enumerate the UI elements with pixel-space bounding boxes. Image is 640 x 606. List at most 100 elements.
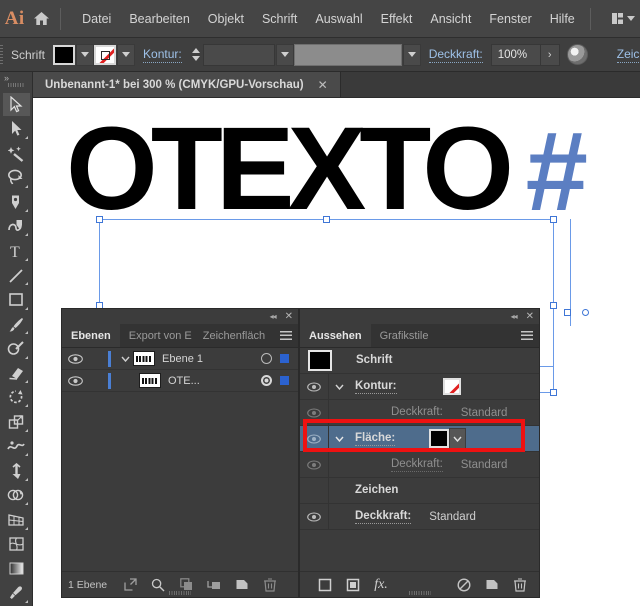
stroke-weight-input[interactable] bbox=[202, 43, 275, 66]
pen-tool[interactable] bbox=[3, 191, 30, 214]
opacity-options-button[interactable]: › bbox=[539, 43, 560, 66]
delete-selection-button[interactable] bbox=[257, 574, 283, 596]
create-new-layer-button[interactable] bbox=[229, 574, 255, 596]
layer-target-indicator-selected[interactable] bbox=[261, 375, 272, 386]
layer-selection-indicator[interactable] bbox=[280, 354, 289, 363]
appearance-fill-dropdown[interactable] bbox=[449, 428, 467, 449]
panel-resize-grip[interactable] bbox=[408, 591, 431, 595]
selection-handle-tr[interactable] bbox=[550, 216, 557, 223]
direct-selection-tool[interactable] bbox=[3, 117, 30, 140]
tab-ebenen[interactable]: Ebenen bbox=[62, 324, 120, 347]
appearance-stroke-swatch[interactable] bbox=[442, 378, 461, 395]
appearance-visibility-toggle[interactable] bbox=[300, 459, 328, 470]
appearance-disclosure-triangle[interactable] bbox=[329, 436, 349, 442]
layer-selection-indicator[interactable] bbox=[280, 376, 289, 385]
curvature-tool[interactable] bbox=[3, 215, 30, 238]
layers-list[interactable]: Ebene 1 OTE... bbox=[62, 348, 298, 571]
appearance-row-flaeche-deckkraft[interactable]: Deckkraft: Standard bbox=[300, 451, 539, 478]
menu-item-datei[interactable]: Datei bbox=[73, 8, 120, 30]
create-new-sublayer-button[interactable] bbox=[201, 574, 227, 596]
appearance-visibility-toggle[interactable] bbox=[300, 433, 328, 444]
add-new-effect-button[interactable]: fx. bbox=[368, 574, 394, 596]
collapse-icon[interactable]: ◂◂ bbox=[270, 312, 277, 321]
stroke-weight-dropdown[interactable] bbox=[275, 43, 294, 66]
text-out-port[interactable] bbox=[564, 309, 571, 316]
appearance-fill-label[interactable]: Fläche: bbox=[355, 432, 396, 446]
selection-handle-tc[interactable] bbox=[322, 216, 330, 223]
free-transform-tool[interactable] bbox=[3, 459, 30, 482]
layer-disclosure-triangle[interactable] bbox=[117, 356, 133, 362]
fill-swatch-dropdown[interactable] bbox=[76, 43, 95, 66]
appearance-visibility-toggle[interactable] bbox=[300, 407, 328, 418]
arrange-documents-button[interactable] bbox=[607, 10, 640, 27]
delete-item-button[interactable] bbox=[507, 574, 533, 596]
line-segment-tool[interactable] bbox=[3, 264, 30, 287]
stroke-swatch[interactable] bbox=[94, 44, 117, 65]
appearance-row-flaeche[interactable]: Fläche: bbox=[300, 425, 539, 452]
menu-item-schrift[interactable]: Schrift bbox=[253, 8, 306, 30]
type-tool[interactable]: T bbox=[3, 239, 30, 262]
layer-visibility-toggle[interactable] bbox=[62, 353, 88, 364]
stroke-weight-label[interactable]: Kontur: bbox=[143, 47, 182, 63]
eraser-tool[interactable] bbox=[3, 362, 30, 385]
width-tool[interactable] bbox=[3, 435, 30, 458]
stroke-profile-input[interactable] bbox=[293, 43, 402, 66]
appearance-panel-menu-button[interactable] bbox=[515, 324, 539, 347]
appearance-visibility-toggle[interactable] bbox=[300, 381, 328, 392]
appearance-stroke-label[interactable]: Kontur: bbox=[355, 380, 397, 394]
panel-splitter[interactable] bbox=[298, 308, 300, 598]
appearance-row-kontur-deckkraft[interactable]: Deckkraft: Standard bbox=[300, 399, 539, 426]
close-icon[interactable]: ✕ bbox=[285, 311, 293, 322]
document-tab[interactable]: Unbenannt-1* bei 300 % (CMYK/GPU-Vorscha… bbox=[33, 72, 341, 97]
panel-resize-grip[interactable] bbox=[169, 591, 191, 595]
opacity-input[interactable]: 100% bbox=[490, 43, 541, 66]
scale-tool[interactable] bbox=[3, 410, 30, 433]
menu-item-fenster[interactable]: Fenster bbox=[480, 8, 540, 30]
tab-export-von-elementen[interactable]: Export von E bbox=[120, 324, 194, 347]
rectangle-tool[interactable] bbox=[3, 288, 30, 311]
perspective-grid-tool[interactable] bbox=[3, 508, 30, 531]
opacity-label[interactable]: Deckkraft: bbox=[428, 47, 483, 63]
menu-item-ansicht[interactable]: Ansicht bbox=[421, 8, 480, 30]
fill-swatch[interactable] bbox=[53, 44, 76, 65]
duplicate-item-button[interactable] bbox=[479, 574, 505, 596]
clear-appearance-button[interactable] bbox=[451, 574, 477, 596]
selection-tool[interactable] bbox=[2, 92, 30, 117]
appearance-list[interactable]: Schrift Kontur: Deckkraft: Standard Fläc… bbox=[300, 348, 539, 571]
appearance-row-kontur[interactable]: Kontur: bbox=[300, 373, 539, 400]
paintbrush-tool[interactable] bbox=[3, 313, 30, 336]
menu-item-objekt[interactable]: Objekt bbox=[199, 8, 253, 30]
character-label[interactable]: Zeichen: bbox=[616, 47, 640, 63]
appearance-fill-swatch[interactable] bbox=[429, 429, 450, 448]
rotate-tool[interactable] bbox=[3, 386, 30, 409]
appearance-opacity-label[interactable]: Deckkraft: bbox=[391, 406, 443, 420]
stroke-weight-stepper[interactable] bbox=[190, 44, 203, 66]
tab-grafikstile[interactable]: Grafikstile bbox=[371, 324, 438, 347]
layer-target-indicator[interactable] bbox=[261, 353, 272, 364]
tab-zeichenflachen[interactable]: Zeichenfläch bbox=[194, 324, 268, 347]
layers-panel-menu-button[interactable] bbox=[274, 324, 298, 347]
tools-collapse-icon[interactable]: » bbox=[0, 72, 32, 83]
mesh-tool[interactable] bbox=[3, 533, 30, 556]
lasso-tool[interactable] bbox=[3, 166, 30, 189]
menu-item-hilfe[interactable]: Hilfe bbox=[541, 8, 584, 30]
add-new-fill-button[interactable] bbox=[340, 574, 366, 596]
menu-item-bearbeiten[interactable]: Bearbeiten bbox=[120, 8, 198, 30]
tools-grip[interactable] bbox=[7, 83, 25, 87]
menu-item-effekt[interactable]: Effekt bbox=[372, 8, 422, 30]
control-bar-grip[interactable] bbox=[0, 38, 3, 71]
appearance-object-opacity-label[interactable]: Deckkraft: bbox=[355, 510, 412, 524]
close-icon[interactable]: ✕ bbox=[318, 79, 328, 91]
eyedropper-tool[interactable] bbox=[3, 582, 30, 605]
home-icon[interactable] bbox=[29, 0, 54, 38]
appearance-opacity-label[interactable]: Deckkraft: bbox=[391, 458, 443, 472]
selection-handle-br[interactable] bbox=[550, 389, 557, 396]
stroke-profile-dropdown[interactable] bbox=[402, 43, 421, 66]
gradient-tool[interactable] bbox=[3, 557, 30, 580]
shape-builder-tool[interactable] bbox=[3, 484, 30, 507]
appearance-disclosure-triangle[interactable] bbox=[329, 384, 349, 390]
menu-item-auswahl[interactable]: Auswahl bbox=[306, 8, 371, 30]
tab-aussehen[interactable]: Aussehen bbox=[300, 324, 371, 347]
appearance-row-deckkraft[interactable]: Deckkraft: Standard bbox=[300, 503, 539, 530]
locate-object-button[interactable] bbox=[117, 574, 143, 596]
